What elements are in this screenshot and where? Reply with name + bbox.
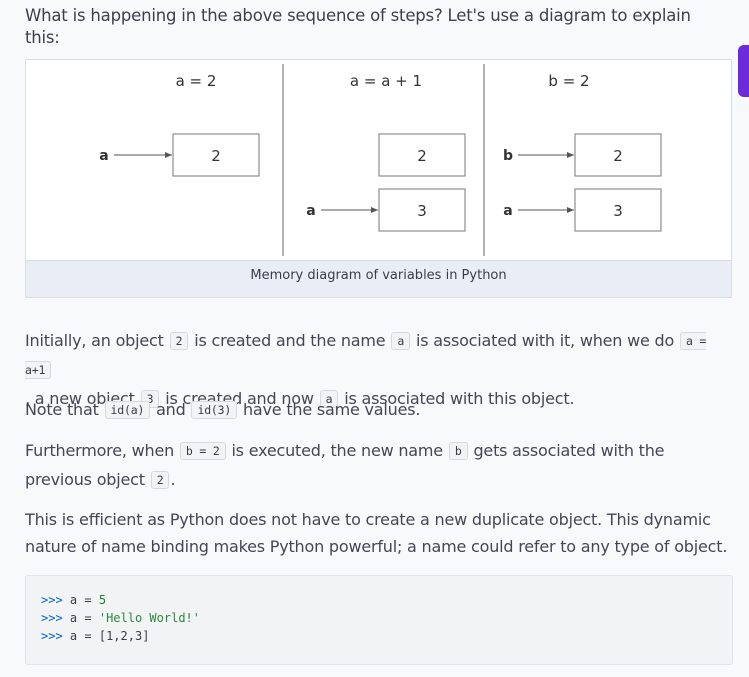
text: Initially, an object bbox=[25, 331, 164, 350]
code-value: 5 bbox=[98, 593, 107, 607]
code-identifier: a bbox=[69, 611, 78, 625]
inline-code: 2 bbox=[150, 471, 170, 489]
figure-caption: Memory diagram of variables in Python bbox=[250, 268, 507, 283]
panel-title: a = 2 bbox=[176, 72, 217, 90]
code-content: >>> a = 5 >>> a = 'Hello World!' >>> a =… bbox=[41, 591, 200, 645]
variable-label: a bbox=[99, 148, 108, 164]
code-prompt: >>> bbox=[41, 611, 63, 625]
variable-label: a bbox=[306, 203, 315, 219]
code-prompt: >>> bbox=[41, 593, 63, 607]
inline-code: b bbox=[448, 442, 468, 460]
code-line: >>> a = 'Hello World!' bbox=[41, 611, 200, 625]
code-identifier: a bbox=[69, 593, 78, 607]
code-operator: = bbox=[84, 611, 92, 625]
paragraph-b-binding: Furthermore, when b = 2 is executed, the… bbox=[25, 437, 735, 495]
memory-diagram-figure: a = 2 a 2 a = a + 1 2 a 3 b = 2 b 2 a 3 … bbox=[25, 59, 732, 298]
code-line: >>> a = 5 bbox=[41, 593, 106, 607]
code-value: 'Hello World!' bbox=[98, 611, 201, 625]
text: . bbox=[170, 470, 176, 489]
object-value: 2 bbox=[613, 147, 623, 165]
text: Furthermore, when bbox=[25, 441, 175, 460]
code-operator: = bbox=[84, 629, 92, 643]
object-value: 2 bbox=[211, 147, 221, 165]
inline-code: id(3) bbox=[191, 401, 238, 419]
text: have the same values. bbox=[242, 400, 421, 419]
variable-label: a bbox=[503, 203, 512, 219]
object-value: 3 bbox=[417, 202, 427, 220]
inline-code: a bbox=[391, 332, 411, 350]
text: and bbox=[156, 400, 186, 419]
text: is executed, the new name bbox=[231, 441, 443, 460]
code-line: >>> a = [1,2,3] bbox=[41, 629, 149, 643]
inline-code: 2 bbox=[169, 332, 189, 350]
panel-title: a = a + 1 bbox=[350, 72, 422, 90]
inline-code: id(a) bbox=[104, 401, 151, 419]
feedback-tab[interactable] bbox=[738, 45, 749, 97]
variable-label: b bbox=[503, 148, 513, 164]
intro-paragraph: What is happening in the above sequence … bbox=[25, 6, 691, 47]
panel-title: b = 2 bbox=[548, 72, 589, 90]
text: is created and the name bbox=[194, 331, 386, 350]
object-value: 2 bbox=[417, 147, 427, 165]
code-value: [1,2,3] bbox=[98, 629, 150, 643]
text: is associated with it, when we do bbox=[415, 331, 675, 350]
code-block[interactable]: >>> a = 5 >>> a = 'Hello World!' >>> a =… bbox=[25, 575, 733, 665]
text: Note that bbox=[25, 400, 99, 419]
object-value: 3 bbox=[613, 202, 623, 220]
code-identifier: a bbox=[69, 629, 78, 643]
paragraph-efficiency: This is efficient as Python does not hav… bbox=[25, 510, 728, 556]
code-operator: = bbox=[84, 593, 92, 607]
code-prompt: >>> bbox=[41, 629, 63, 643]
paragraph-id-note: Note that id(a) and id(3) have the same … bbox=[25, 396, 735, 425]
inline-code: b = 2 bbox=[179, 442, 226, 460]
memory-diagram: a = 2 a 2 a = a + 1 2 a 3 b = 2 b 2 a 3 bbox=[96, 60, 663, 260]
